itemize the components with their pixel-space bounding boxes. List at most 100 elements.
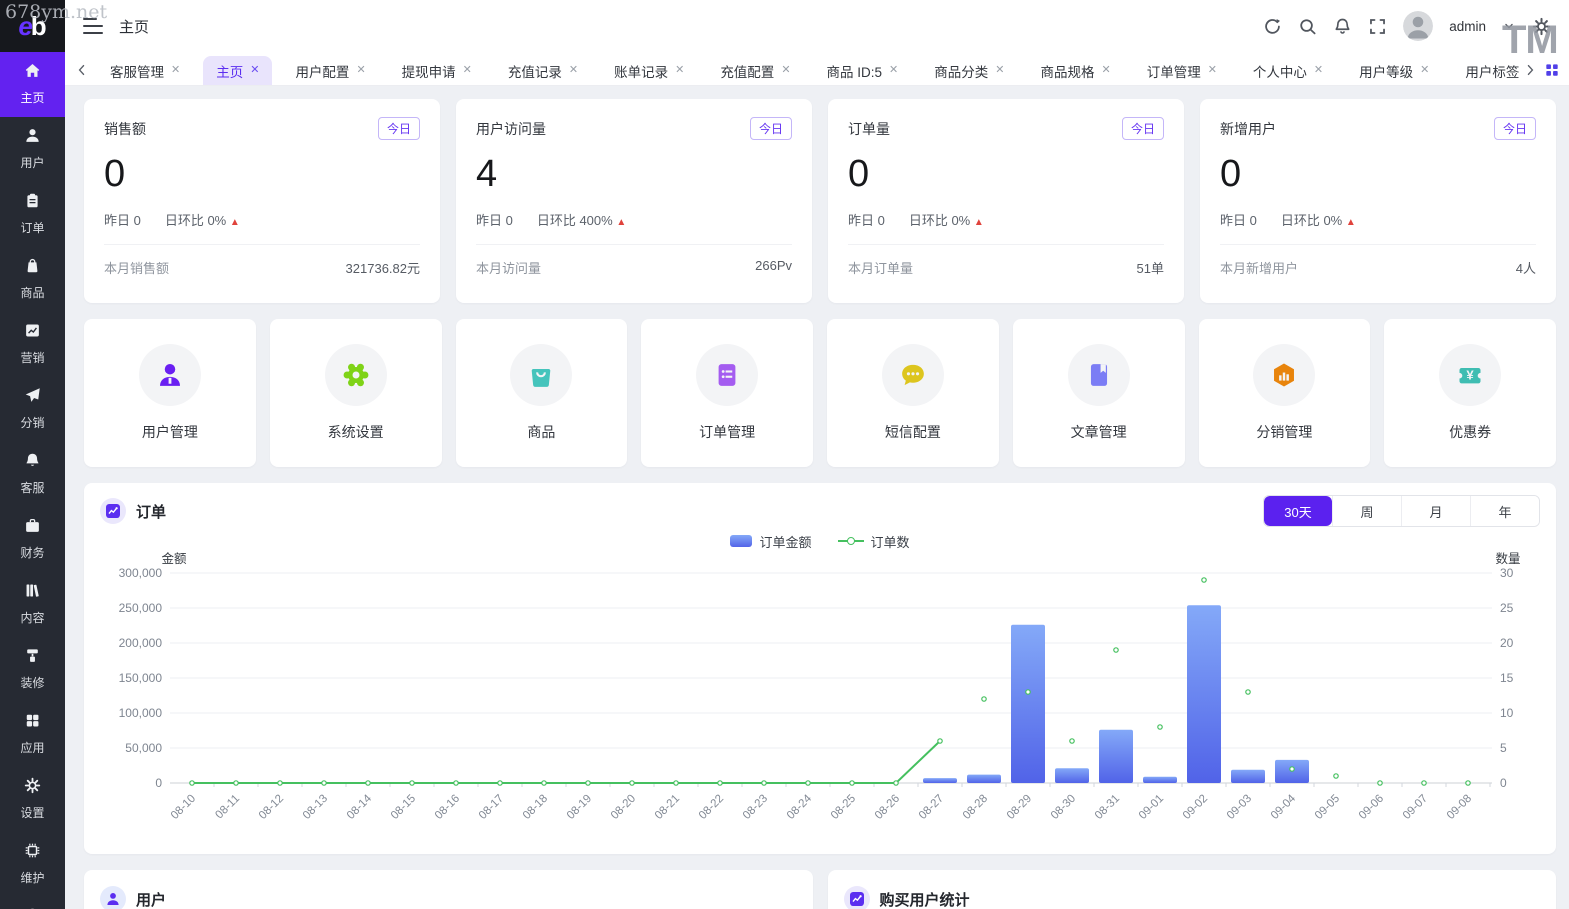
svg-text:0: 0: [1500, 776, 1507, 790]
refresh-icon[interactable]: [1263, 17, 1282, 36]
period-switcher: 30天周月年: [1263, 495, 1540, 527]
stat-subline: 昨日 0日环比 0% ▲: [104, 210, 420, 229]
tab-6[interactable]: 充值配置✕: [707, 56, 803, 85]
quick-action-ticket[interactable]: ¥优惠券: [1384, 319, 1556, 467]
tab-10[interactable]: 订单管理 ✕: [1134, 56, 1230, 85]
tab-close-icon[interactable]: ✕: [781, 65, 790, 76]
chart-legend: 订单金额 订单数: [100, 531, 1540, 551]
tab-9[interactable]: 商品规格✕: [1027, 56, 1123, 85]
stat-card-2: 订单量今日0昨日 0日环比 0% ▲本月订单量51单: [828, 99, 1184, 303]
svg-text:08-14: 08-14: [345, 792, 375, 822]
quick-action-user[interactable]: 用户管理: [84, 319, 256, 467]
svg-text:08-18: 08-18: [521, 793, 550, 822]
tab-label: 用户等级: [1359, 61, 1413, 81]
tab-13[interactable]: 用户标签✕: [1452, 56, 1519, 85]
user-name[interactable]: admin: [1449, 19, 1486, 34]
period-button-1[interactable]: 周: [1332, 496, 1401, 526]
chevron-down-icon[interactable]: [1502, 19, 1516, 33]
period-button-0[interactable]: 30天: [1264, 496, 1332, 526]
tab-label: 主页: [216, 61, 243, 81]
avatar[interactable]: [1403, 11, 1433, 41]
tab-close-icon[interactable]: ✕: [356, 65, 365, 76]
sidebar-item-marketing[interactable]: 营销: [0, 312, 65, 377]
tab-7[interactable]: 商品 ID:5✕: [814, 56, 912, 85]
tab-2[interactable]: 用户配置✕: [282, 56, 378, 85]
svg-text:08-27: 08-27: [917, 793, 946, 822]
tab-close-icon[interactable]: ✕: [463, 65, 472, 76]
sidebar-item-maintenance[interactable]: 维护: [0, 832, 65, 897]
legend-order-amount[interactable]: 订单金额: [730, 532, 811, 551]
svg-text:08-26: 08-26: [873, 793, 902, 822]
tab-label: 订单管理: [1147, 61, 1201, 81]
tab-close-icon[interactable]: ✕: [171, 65, 180, 76]
goods-bag-icon: [24, 257, 41, 279]
quick-action-book[interactable]: 文章管理: [1013, 319, 1185, 467]
sidebar-item-order[interactable]: 订单: [0, 182, 65, 247]
sidebar-item-goods[interactable]: 商品: [0, 247, 65, 312]
up-triangle-icon: ▲: [1346, 217, 1356, 228]
sidebar-item-user[interactable]: 用户: [0, 117, 65, 182]
svg-text:20: 20: [1500, 636, 1514, 650]
tab-close-icon[interactable]: ✕: [250, 65, 259, 76]
app-logo[interactable]: eb: [0, 0, 65, 52]
fullscreen-icon[interactable]: [1368, 17, 1387, 36]
stat-footer-label: 本月新增用户: [1220, 258, 1298, 277]
tabs-scroll-left-icon[interactable]: [71, 55, 93, 85]
tab-0[interactable]: 客服管理✕: [97, 56, 193, 85]
period-button-2[interactable]: 月: [1401, 496, 1470, 526]
marketing-chart-icon: [24, 322, 41, 344]
search-icon[interactable]: [1298, 17, 1317, 36]
sidebar-item-apps[interactable]: 应用: [0, 702, 65, 767]
tab-3[interactable]: 提现申请✕: [389, 56, 485, 85]
quick-action-doc[interactable]: 订单管理: [641, 319, 813, 467]
maintenance-chip-icon: [24, 842, 41, 864]
settings-gear-icon[interactable]: [1532, 17, 1551, 36]
tabs-menu-icon[interactable]: [1541, 55, 1563, 85]
quick-action-bag[interactable]: 商品: [456, 319, 628, 467]
menu-collapse-icon[interactable]: [83, 18, 103, 34]
quick-action-chat[interactable]: 短信配置: [827, 319, 999, 467]
content-books-icon: [24, 582, 41, 604]
tab-close-icon[interactable]: ✕: [1314, 65, 1323, 76]
notification-bell-icon[interactable]: [1333, 17, 1352, 36]
tab-close-icon[interactable]: ✕: [1208, 65, 1217, 76]
today-badge: 今日: [1122, 117, 1164, 140]
svg-text:08-22: 08-22: [697, 793, 726, 822]
tab-close-icon[interactable]: ✕: [675, 65, 684, 76]
sidebar-item-survey[interactable]: ?问卷: [0, 897, 65, 909]
goods-bag-icon: [510, 344, 572, 406]
tab-bar: 客服管理✕主页✕用户配置✕提现申请✕充值记录✕账单记录✕充值配置✕商品 ID:5…: [65, 52, 1569, 86]
tab-close-icon[interactable]: ✕: [569, 65, 578, 76]
tab-8[interactable]: 商品分类✕: [921, 56, 1017, 85]
tabs-scroll-right-icon[interactable]: [1519, 55, 1541, 85]
coupon-ticket-icon: ¥: [1439, 344, 1501, 406]
tab-1[interactable]: 主页 ✕: [203, 56, 272, 85]
tab-5[interactable]: 账单记录✕: [601, 56, 697, 85]
sidebar-item-decorate[interactable]: 装修: [0, 637, 65, 702]
tab-4[interactable]: 充值记录✕: [495, 56, 591, 85]
svg-text:50,000: 50,000: [125, 741, 162, 755]
stat-title: 新增用户: [1220, 119, 1276, 139]
tab-close-icon[interactable]: ✕: [1420, 65, 1429, 76]
decorate-paint-icon: [24, 647, 41, 669]
quick-action-gear[interactable]: 系统设置: [270, 319, 442, 467]
sidebar-item-service[interactable]: 客服: [0, 442, 65, 507]
sidebar-item-distribution[interactable]: 分销: [0, 377, 65, 442]
sidebar-item-content[interactable]: 内容: [0, 572, 65, 637]
stat-title: 订单量: [848, 119, 890, 139]
tab-close-icon[interactable]: ✕: [889, 65, 898, 76]
sidebar-item-settings[interactable]: 设置: [0, 767, 65, 832]
svg-text:15: 15: [1500, 671, 1514, 685]
svg-text:08-13: 08-13: [301, 793, 330, 822]
users-panel-title: 用户: [136, 889, 166, 909]
legend-order-count[interactable]: 订单数: [838, 532, 910, 551]
sidebar-item-home[interactable]: 主页: [0, 52, 65, 117]
tab-close-icon[interactable]: ✕: [995, 65, 1004, 76]
system-settings-icon: [325, 344, 387, 406]
quick-action-hex[interactable]: 分销管理: [1199, 319, 1371, 467]
tab-11[interactable]: 个人中心✕: [1240, 56, 1336, 85]
tab-12[interactable]: 用户等级 ✕: [1346, 56, 1442, 85]
sidebar-item-finance[interactable]: 财务: [0, 507, 65, 572]
period-button-3[interactable]: 年: [1470, 496, 1539, 526]
tab-close-icon[interactable]: ✕: [1101, 65, 1110, 76]
